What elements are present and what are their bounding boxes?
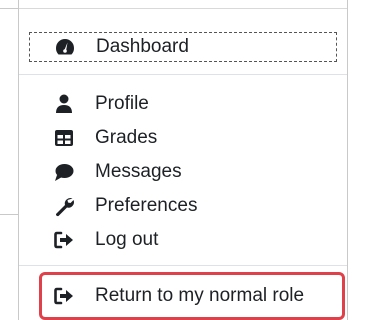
menu-top-edge	[19, 0, 347, 9]
page-border-line	[0, 214, 18, 215]
menu-item-label: Preferences	[95, 195, 198, 216]
menu-item-grades[interactable]: Grades	[29, 123, 337, 153]
wrench-icon	[53, 195, 75, 217]
sign-out-icon	[53, 285, 75, 307]
tachometer-icon	[54, 36, 76, 58]
user-dropdown-menu: Dashboard Profile Grades Messages Prefer…	[18, 0, 348, 320]
screenshot-stage: Dashboard Profile Grades Messages Prefer…	[0, 0, 367, 320]
menu-item-log-out[interactable]: Log out	[29, 225, 337, 255]
menu-item-label: Log out	[95, 229, 159, 250]
menu-item-label: Dashboard	[96, 36, 189, 57]
user-icon	[53, 93, 75, 115]
menu-item-label: Grades	[95, 127, 158, 148]
menu-divider	[19, 74, 347, 75]
menu-item-label: Return to my normal role	[95, 285, 305, 306]
sign-out-icon	[53, 229, 75, 251]
menu-item-label: Messages	[95, 161, 182, 182]
table-icon	[53, 127, 75, 149]
menu-item-dashboard[interactable]: Dashboard	[29, 32, 337, 62]
menu-divider	[19, 265, 347, 266]
menu-item-return-to-normal-role[interactable]: Return to my normal role	[29, 281, 337, 311]
speech-bubble-icon	[53, 161, 75, 183]
menu-item-label: Profile	[95, 93, 149, 114]
menu-item-profile[interactable]: Profile	[29, 89, 337, 119]
menu-item-messages[interactable]: Messages	[29, 157, 337, 187]
menu-item-preferences[interactable]: Preferences	[29, 191, 337, 221]
page-border-line	[0, 8, 18, 9]
